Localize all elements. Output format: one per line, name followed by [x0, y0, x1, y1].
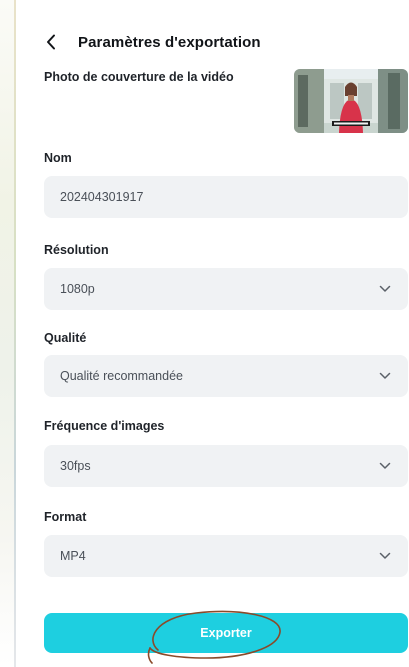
header: Paramètres d'exportation	[46, 30, 261, 54]
resolution-select[interactable]: 1080p	[44, 268, 408, 310]
resolution-value: 1080p	[60, 282, 95, 296]
framerate-value: 30fps	[60, 459, 91, 473]
chevron-down-icon	[378, 549, 392, 563]
format-select[interactable]: MP4	[44, 535, 408, 577]
quality-select[interactable]: Qualité recommandée	[44, 355, 408, 397]
chevron-left-icon[interactable]	[46, 31, 68, 53]
chevron-down-icon	[378, 459, 392, 473]
page-title: Paramètres d'exportation	[78, 33, 261, 51]
chevron-down-icon	[378, 369, 392, 383]
background-panel-edge	[0, 0, 14, 667]
quality-value: Qualité recommandée	[60, 369, 183, 383]
resolution-label: Résolution	[44, 243, 109, 257]
chevron-down-icon	[378, 282, 392, 296]
name-value: 202404301917	[60, 190, 144, 204]
cover-photo-label: Photo de couverture de la vidéo	[44, 70, 234, 84]
export-button[interactable]: Exporter	[44, 613, 408, 653]
format-label: Format	[44, 510, 87, 524]
name-input[interactable]: 202404301917	[44, 176, 408, 218]
name-label: Nom	[44, 151, 72, 165]
panel-divider	[14, 0, 16, 667]
video-cover-thumbnail[interactable]	[294, 69, 408, 133]
framerate-select[interactable]: 30fps	[44, 445, 408, 487]
quality-label: Qualité	[44, 331, 87, 345]
format-value: MP4	[60, 549, 86, 563]
framerate-label: Fréquence d'images	[44, 419, 165, 433]
